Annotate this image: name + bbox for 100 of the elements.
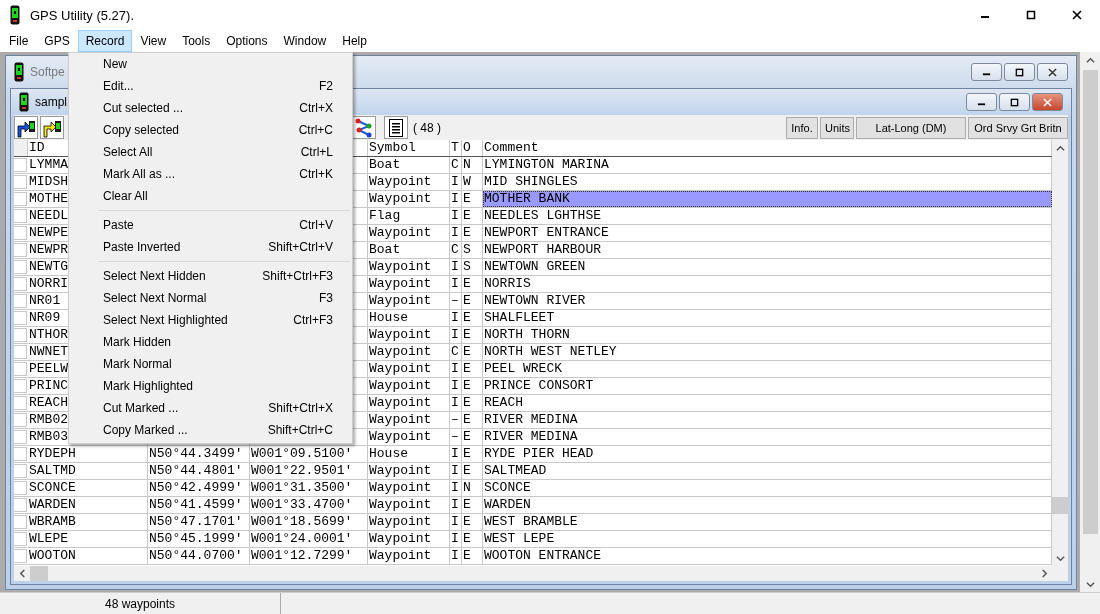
table-cell: I [450,395,462,411]
list-icon [389,118,403,137]
menu-item[interactable]: New [69,53,352,75]
table-cell: I [450,378,462,394]
close-icon [1072,10,1082,20]
table-cell: E [462,276,483,292]
table-cell: E [462,497,483,513]
table-cell: C [450,344,462,360]
row-marker[interactable] [14,481,27,495]
scroll-up-icon [1055,143,1065,153]
toolbar-button[interactable] [40,116,64,139]
table-cell: Boat [368,157,450,173]
row-marker[interactable] [14,209,27,223]
table-cell: I [450,174,462,190]
row-marker[interactable] [14,226,27,240]
scroll-thumb[interactable] [1082,70,1098,534]
row-marker[interactable] [14,532,27,546]
toolbar-button[interactable] [14,116,38,139]
toolbar-button[interactable]: Lat-Long (DM) [856,116,966,139]
table-cell: Waypoint [368,514,450,530]
close-button[interactable] [1037,63,1068,81]
column-header[interactable]: T [450,140,462,156]
toolbar-button[interactable]: Units [820,116,854,139]
scroll-up-icon [1085,55,1095,65]
row-marker[interactable] [14,158,27,172]
maximize-button[interactable] [1004,63,1035,81]
menu-item[interactable]: Copy selected Ctrl+C [69,119,352,141]
table-cell: E [462,463,483,479]
table-cell: I [450,531,462,547]
table-cell: WOOTON [28,548,148,564]
table-cell: E [462,208,483,224]
table-cell: E [462,293,483,309]
row-marker[interactable] [14,430,27,444]
row-marker[interactable] [14,294,27,308]
table-cell: Waypoint [368,412,450,428]
toolbar-button[interactable] [384,116,408,139]
toolbar-button[interactable]: Ord Srvy Grt Britn [968,116,1068,139]
table-cell: E [462,327,483,343]
toolbar-button[interactable]: Info. [786,116,818,139]
scrollbar[interactable] [14,566,1068,581]
scroll-right-icon [1039,569,1049,578]
row-marker[interactable] [14,396,27,410]
menu-item[interactable]: Edit... F2 [69,75,352,97]
minimize-button[interactable] [966,93,997,111]
row-marker[interactable] [14,311,27,325]
menu-item[interactable]: File [1,30,37,52]
table-cell: W001°12.7299' [250,548,368,564]
scroll-thumb[interactable] [1052,497,1068,514]
table-cell: W [462,174,483,190]
row-marker[interactable] [14,413,27,427]
table-cell: I [450,497,462,513]
menu-item[interactable]: Help [334,30,375,52]
table-cell: SCONCE [28,480,148,496]
table-cell: I [450,548,462,564]
table-cell: Waypoint [368,327,450,343]
menu-item[interactable]: Cut selected ... Ctrl+X [69,97,352,119]
table-cell: W001°33.4700' [250,497,368,513]
menu-item[interactable]: View [132,30,175,52]
table-cell: I [450,225,462,241]
column-header[interactable]: O [462,140,483,156]
row-marker[interactable] [14,362,27,376]
menu-item[interactable]: Record [77,30,133,52]
row-marker[interactable] [14,549,27,563]
table-cell: Waypoint [368,225,450,241]
scrollbar[interactable] [1080,52,1100,592]
scrollbar[interactable] [1052,140,1068,566]
maximize-button[interactable] [999,93,1030,111]
row-marker[interactable] [14,345,27,359]
toolbar-button[interactable] [352,116,376,139]
menu-item[interactable]: Options [218,30,276,52]
table-cell: E [462,531,483,547]
scroll-thumb[interactable] [30,566,48,581]
device-icon [19,92,29,112]
column-header[interactable]: Symbol [368,140,450,156]
table-cell: – [450,412,462,428]
table-cell: E [462,310,483,326]
minimize-button[interactable] [971,63,1002,81]
menu-item[interactable]: Window [275,30,335,52]
table-cell: Waypoint [368,174,450,190]
table-cell: N50°42.4999' [148,480,250,496]
row-marker[interactable] [14,260,27,274]
row-marker[interactable] [14,447,27,461]
menu-item[interactable]: GPS [36,30,78,52]
table-cell: N50°47.1701' [148,514,250,530]
table-cell: W001°31.3500' [250,480,368,496]
row-marker[interactable] [14,379,27,393]
table-cell: E [462,344,483,360]
row-marker[interactable] [14,192,27,206]
row-marker[interactable] [14,175,27,189]
close-icon [1043,97,1052,107]
row-marker[interactable] [14,328,27,342]
row-marker[interactable] [14,277,27,291]
table-cell: WLEPE [28,531,148,547]
row-marker[interactable] [14,515,27,529]
table-cell: I [450,514,462,530]
row-marker[interactable] [14,464,27,478]
table-cell: Waypoint [368,293,450,309]
menu-item[interactable]: Tools [174,30,219,52]
row-marker[interactable] [14,498,27,512]
row-marker[interactable] [14,243,27,257]
